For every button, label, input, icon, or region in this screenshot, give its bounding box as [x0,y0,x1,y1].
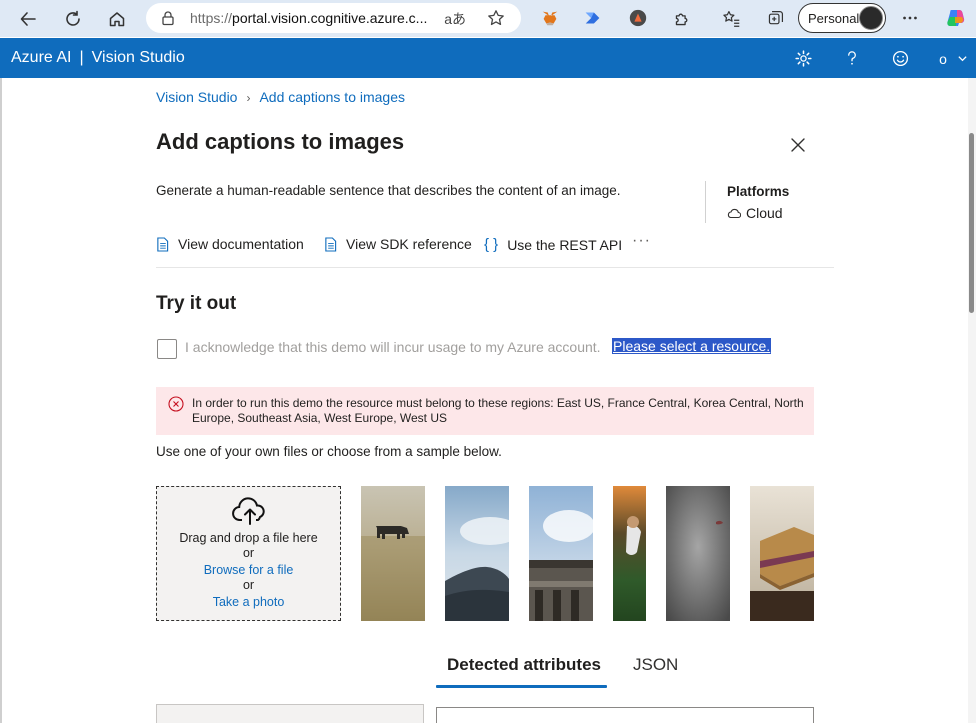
browse-file-link[interactable]: Browse for a file [157,562,340,578]
page-title: Add captions to images [156,129,405,154]
app-header: Azure AI | Vision Studio o [0,38,976,78]
feedback-smiley-icon[interactable] [889,47,911,69]
settings-gear-icon[interactable] [792,47,814,69]
close-icon[interactable] [789,136,807,154]
metamask-extension-icon[interactable] [539,7,561,29]
acknowledge-label: I acknowledge that this demo will incur … [185,339,601,355]
chevron-down-icon[interactable] [954,47,970,69]
cloud-upload-icon [232,497,265,525]
chevron-right-icon: › [246,91,251,105]
avatar [859,6,883,30]
profile-label: Personal [808,10,860,26]
use-rest-api-link[interactable]: { } Use the REST API [484,236,622,253]
help-icon[interactable] [841,47,863,69]
home-icon[interactable] [103,5,131,33]
collections-icon[interactable] [764,7,786,29]
page-description: Generate a human-readable sentence that … [156,183,621,198]
tab-json[interactable]: JSON [633,655,678,675]
image-preview-panel [156,704,424,723]
page-left-border [0,78,2,723]
take-photo-link[interactable]: Take a photo [157,594,340,610]
back-icon[interactable] [14,5,42,33]
power-automate-extension-icon[interactable] [582,7,604,29]
browser-toolbar: https://portal.vision.cognitive.azure.c.… [0,0,976,37]
breadcrumb: Vision Studio › Add captions to images [156,89,405,105]
or-text: or [242,546,255,560]
select-resource-link[interactable]: Please select a resource. [612,338,772,354]
vertical-divider [705,181,706,223]
document-icon [156,236,169,252]
profile-button[interactable]: Personal [798,3,886,33]
account-initial[interactable]: o [932,48,954,70]
file-dropzone[interactable]: Drag and drop a file here or Browse for … [156,486,341,621]
acknowledge-checkbox[interactable] [157,339,177,359]
brave-extension-icon[interactable] [627,7,649,29]
read-aloud-icon[interactable]: aあ [444,9,466,29]
cloud-icon [727,208,741,219]
try-it-out-heading: Try it out [156,293,237,314]
document-icon [324,236,337,252]
sample-image-gray-surface[interactable] [666,486,730,621]
sample-image-sky-rock[interactable] [445,486,509,621]
lock-icon[interactable] [160,10,176,26]
region-error-message: In order to run this demo the resource m… [156,387,814,435]
code-braces-icon: { } [484,236,499,253]
sample-image-cow[interactable] [361,486,425,621]
favorite-star-icon[interactable] [487,9,505,27]
breadcrumb-current-link[interactable]: Add captions to images [259,89,405,105]
sample-image-baseball[interactable] [613,486,646,621]
section-divider [156,267,834,268]
extensions-puzzle-icon[interactable] [671,7,693,29]
view-documentation-link[interactable]: View documentation [156,236,304,252]
error-text: In order to run this demo the resource m… [192,396,804,425]
page-scrollbar[interactable] [968,78,976,723]
breadcrumb-root-link[interactable]: Vision Studio [156,89,237,105]
refresh-icon[interactable] [59,5,87,33]
drag-drop-text: Drag and drop a file here [179,531,318,545]
more-options-icon[interactable] [899,7,921,29]
or-text: or [242,578,255,592]
active-tab-indicator [436,685,607,688]
favorites-list-icon[interactable] [720,7,742,29]
url-text: https://portal.vision.cognitive.azure.c.… [190,10,428,26]
sample-image-sandwich[interactable] [750,486,814,621]
platforms-heading: Platforms [727,184,790,199]
results-panel [436,707,814,723]
scrollbar-thumb[interactable] [969,133,974,313]
upload-instruction: Use one of your own files or choose from… [156,444,502,459]
address-bar[interactable]: https://portal.vision.cognitive.azure.c.… [146,3,521,33]
view-sdk-reference-link[interactable]: View SDK reference [324,236,472,252]
more-links-button[interactable]: ··· [632,232,651,250]
tab-detected-attributes[interactable]: Detected attributes [447,655,601,675]
app-brand[interactable]: Azure AI | Vision Studio [11,49,185,67]
sample-image-building[interactable] [529,486,593,621]
copilot-icon[interactable] [945,7,967,29]
error-circle-icon [168,396,184,412]
platforms-value: Cloud [727,205,783,221]
